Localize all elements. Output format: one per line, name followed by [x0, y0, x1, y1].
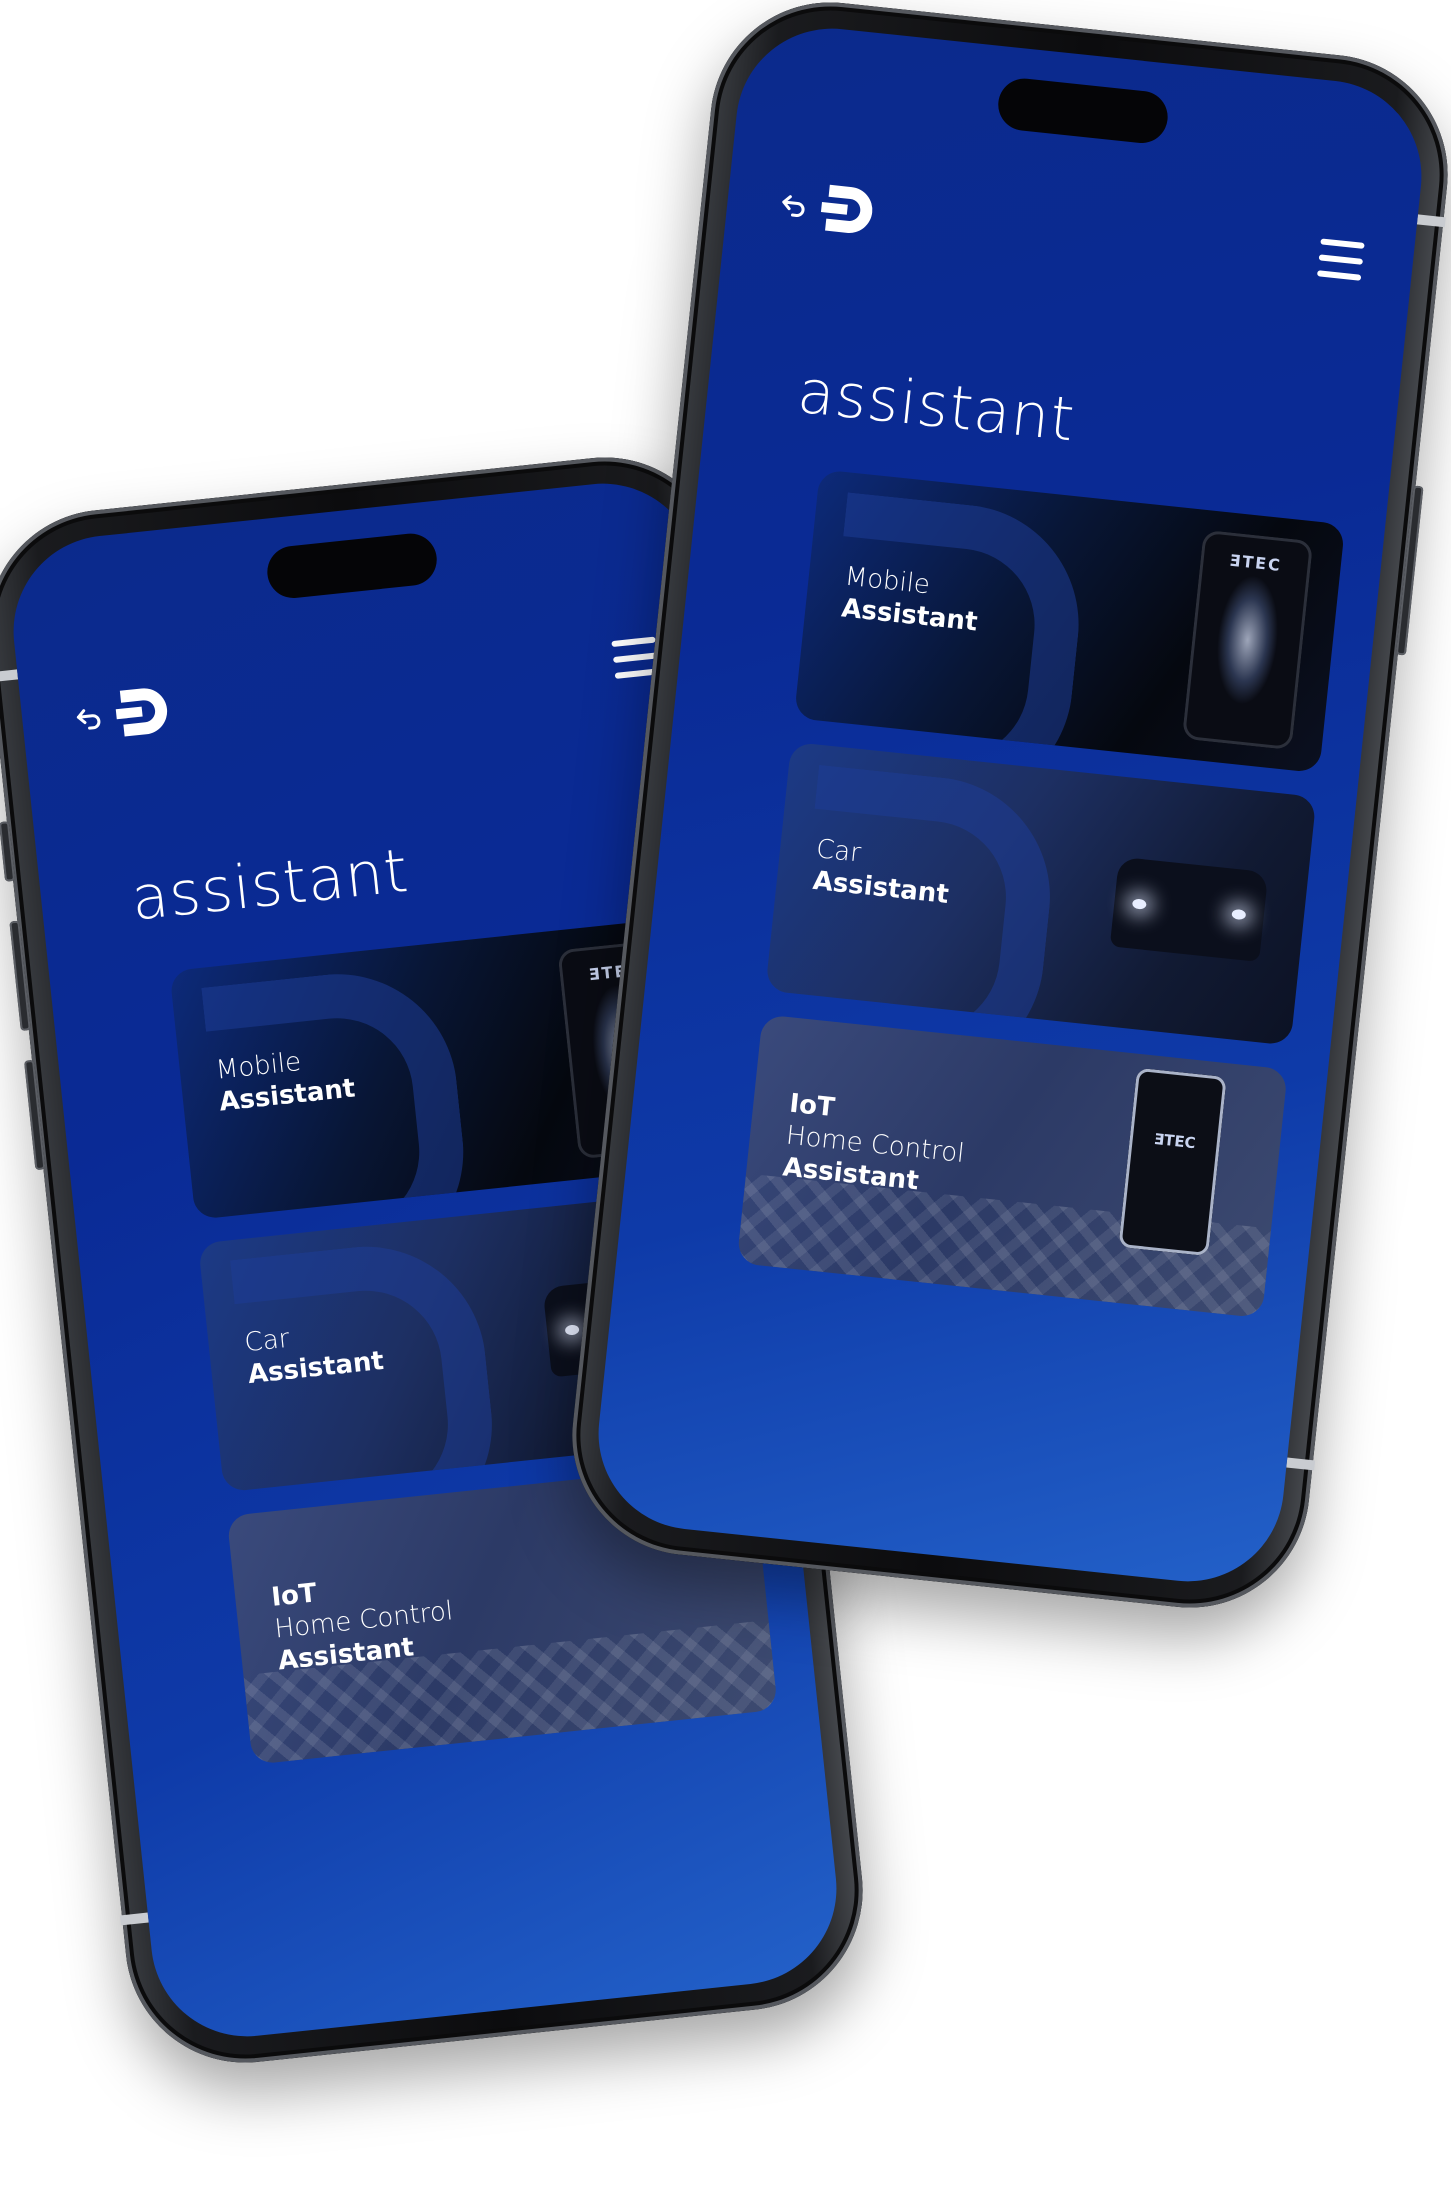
dtec-logo-icon[interactable]: [111, 680, 175, 744]
back-arrow-icon[interactable]: [774, 187, 814, 227]
card-iot-assistant[interactable]: ƎTEC IoT Home Control Assistant: [736, 1014, 1288, 1319]
page-title: assistant: [128, 835, 412, 935]
card-label: IoT Home Control Assistant: [270, 1563, 458, 1677]
phone-right: assistant ƎTEC Mobile Assistant Car Assi…: [560, 0, 1451, 1620]
car-image: [1109, 856, 1269, 962]
headlight: [1231, 908, 1247, 921]
card-mobile-assistant[interactable]: ƎTEC Mobile Assistant: [793, 469, 1346, 774]
antenna-band: [0, 669, 19, 683]
tablet-image: ƎTEC: [1118, 1067, 1227, 1257]
dynamic-island: [995, 76, 1171, 146]
antenna-band: [1286, 1457, 1316, 1471]
card-label: IoT Home Control Assistant: [781, 1088, 969, 1202]
card-car-assistant[interactable]: Car Assistant: [765, 741, 1317, 1046]
antenna-band: [119, 1912, 149, 1926]
headlight: [1131, 898, 1147, 910]
assistant-card-list: ƎTEC Mobile Assistant Car: [734, 469, 1346, 1342]
dtec-logo-icon[interactable]: [816, 178, 880, 242]
power-button: [1395, 485, 1424, 656]
headlight: [564, 1324, 580, 1336]
volume-up-button: [9, 920, 31, 1031]
hamburger-menu-icon[interactable]: [1314, 236, 1367, 293]
device-brand: ƎTEC: [1228, 550, 1283, 576]
device-brand: ƎTEC: [1153, 1129, 1197, 1153]
screen: assistant ƎTEC Mobile Assistant Car Assi…: [589, 19, 1431, 1591]
top-bar: [67, 628, 663, 759]
mockup-stage: assistant ƎTEC Mobile Assistant Car Assi…: [0, 0, 1451, 2212]
action-button: [0, 821, 16, 882]
dynamic-island: [264, 531, 440, 601]
antenna-band: [1416, 214, 1446, 228]
volume-down-button: [23, 1059, 46, 1171]
top-bar: [771, 173, 1367, 304]
page-title: assistant: [794, 356, 1079, 456]
back-arrow-icon[interactable]: [69, 700, 109, 740]
